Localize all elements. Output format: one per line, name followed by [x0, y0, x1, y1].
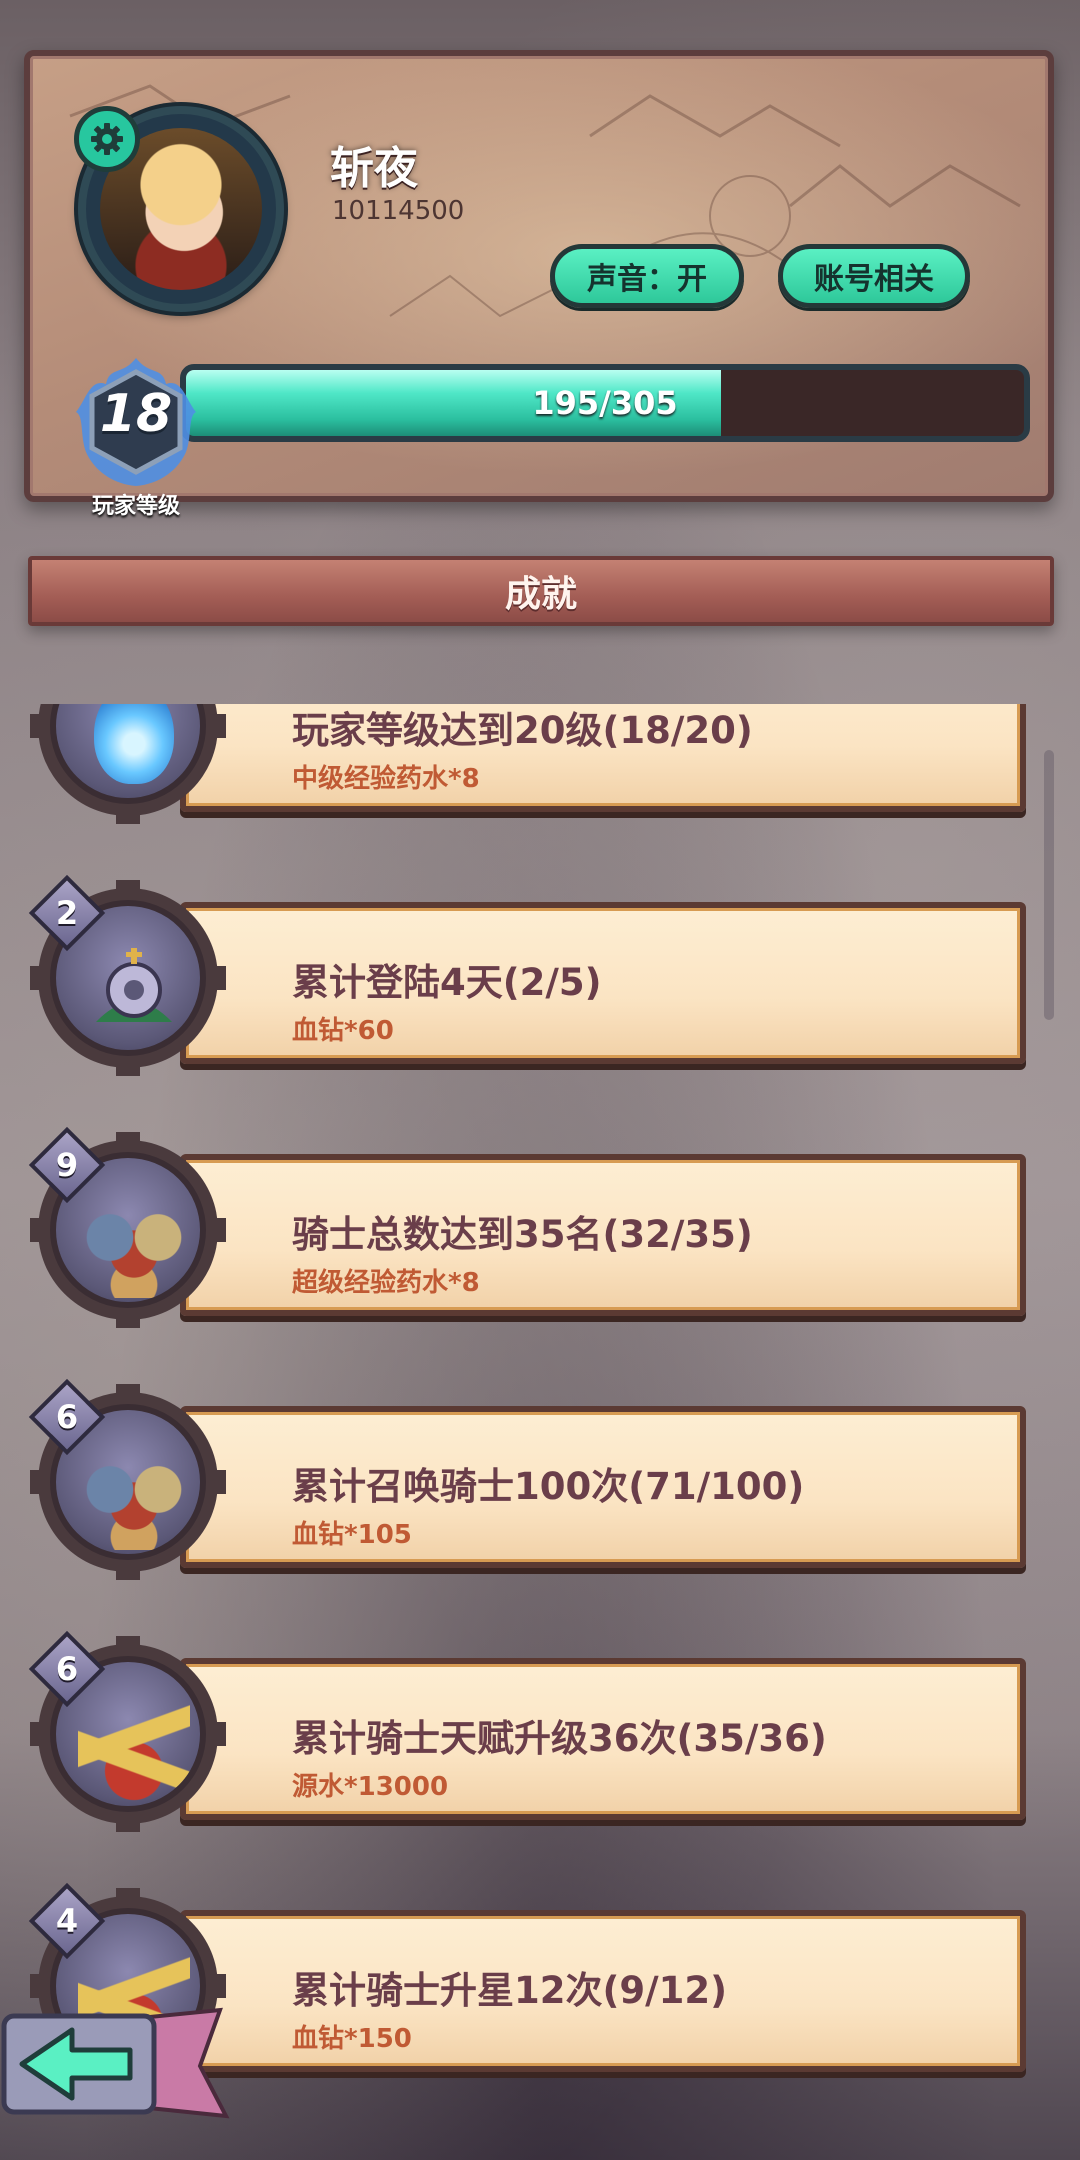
- player-level-badge: 18 玩家等级: [70, 356, 202, 519]
- achievement-reward: 源水*13000: [292, 1772, 449, 1802]
- achievement-title: 累计登陆4天(2/5): [292, 961, 602, 1004]
- player-name: 斩夜: [330, 143, 418, 194]
- player-id: 10114500: [332, 196, 465, 226]
- blue-flame-icon: [94, 704, 174, 784]
- achievement-card[interactable]: 累计骑士天赋升级36次(35/36) 源水*13000: [180, 1658, 1026, 1820]
- section-title-banner: 成就: [28, 556, 1054, 626]
- xp-progress-text: 195/305: [532, 384, 678, 422]
- settings-gear-button[interactable]: [74, 106, 140, 172]
- back-arrow-icon: [1, 2007, 230, 2119]
- achievement-reward: 超级经验药水*8: [292, 1268, 480, 1298]
- achievement-card[interactable]: 累计登陆4天(2/5) 血钻*60: [180, 902, 1026, 1064]
- achievement-title: 累计召唤骑士100次(71/100): [292, 1465, 805, 1508]
- achievement-title: 玩家等级达到20级(18/20): [292, 709, 753, 752]
- player-level-number: 18: [99, 384, 173, 444]
- gear-crown-icon: [96, 948, 172, 1022]
- achievement-row: 累计召唤骑士100次(71/100) 血钻*105 6: [28, 1378, 1040, 1580]
- achievement-medal: 6: [28, 1630, 226, 1832]
- achievement-card[interactable]: 玩家等级达到20级(18/20) 中级经验药水*8: [180, 704, 1026, 812]
- achievement-row: 玩家等级达到20级(18/20) 中级经验药水*8: [30, 704, 1040, 824]
- xp-progress-bar: 195/305: [180, 364, 1030, 442]
- knights-group-icon: [74, 1440, 194, 1550]
- rank-gem-number: 4: [55, 1902, 79, 1940]
- achievement-reward: 中级经验药水*8: [292, 764, 480, 794]
- achievement-reward: 血钻*105: [292, 1520, 412, 1550]
- achievement-medal: [30, 704, 226, 824]
- rank-gem-number: 2: [55, 894, 79, 932]
- rank-gem-number: 6: [55, 1650, 79, 1688]
- rank-gem-number: 6: [55, 1398, 79, 1436]
- account-button[interactable]: 账号相关: [778, 244, 970, 308]
- achievement-card[interactable]: 累计召唤骑士100次(71/100) 血钻*105: [180, 1406, 1026, 1568]
- straw-hat-knight-icon: [78, 1694, 190, 1804]
- achievement-title: 累计骑士天赋升级36次(35/36): [292, 1717, 827, 1760]
- knights-group-icon: [74, 1188, 194, 1298]
- sound-toggle-button[interactable]: 声音：开: [550, 244, 744, 308]
- achievement-reward: 血钻*150: [292, 2024, 412, 2054]
- achievement-card[interactable]: 累计骑士升星12次(9/12) 血钻*150: [180, 1910, 1026, 2072]
- back-button[interactable]: [0, 2006, 230, 2126]
- list-scrollbar[interactable]: [1044, 750, 1054, 1020]
- achievement-medal: 6: [28, 1378, 226, 1580]
- achievement-row: 累计骑士天赋升级36次(35/36) 源水*13000 6: [28, 1630, 1040, 1832]
- achievement-title: 累计骑士升星12次(9/12): [292, 1969, 728, 2012]
- gear-icon: [91, 123, 123, 155]
- achievement-medal: 9: [28, 1126, 226, 1328]
- achievement-card[interactable]: 骑士总数达到35名(32/35) 超级经验药水*8: [180, 1154, 1026, 1316]
- achievement-title: 骑士总数达到35名(32/35): [292, 1213, 753, 1256]
- player-level-caption: 玩家等级: [91, 494, 180, 519]
- achievement-row: 骑士总数达到35名(32/35) 超级经验药水*8 9: [28, 1126, 1040, 1328]
- achievement-row: 累计登陆4天(2/5) 血钻*60 2: [28, 874, 1040, 1076]
- rank-gem-number: 9: [55, 1146, 79, 1184]
- achievement-list[interactable]: 玩家等级达到20级(18/20) 中级经验药水*8 累计登陆4天(2/5) 血钻…: [0, 704, 1080, 2160]
- achievement-reward: 血钻*60: [292, 1016, 394, 1046]
- profile-panel: 斩夜 10114500 声音：开 账号相关 195/305 18 玩家等级: [24, 50, 1054, 519]
- achievement-medal: 2: [28, 874, 226, 1076]
- section-title: 成就: [504, 574, 577, 615]
